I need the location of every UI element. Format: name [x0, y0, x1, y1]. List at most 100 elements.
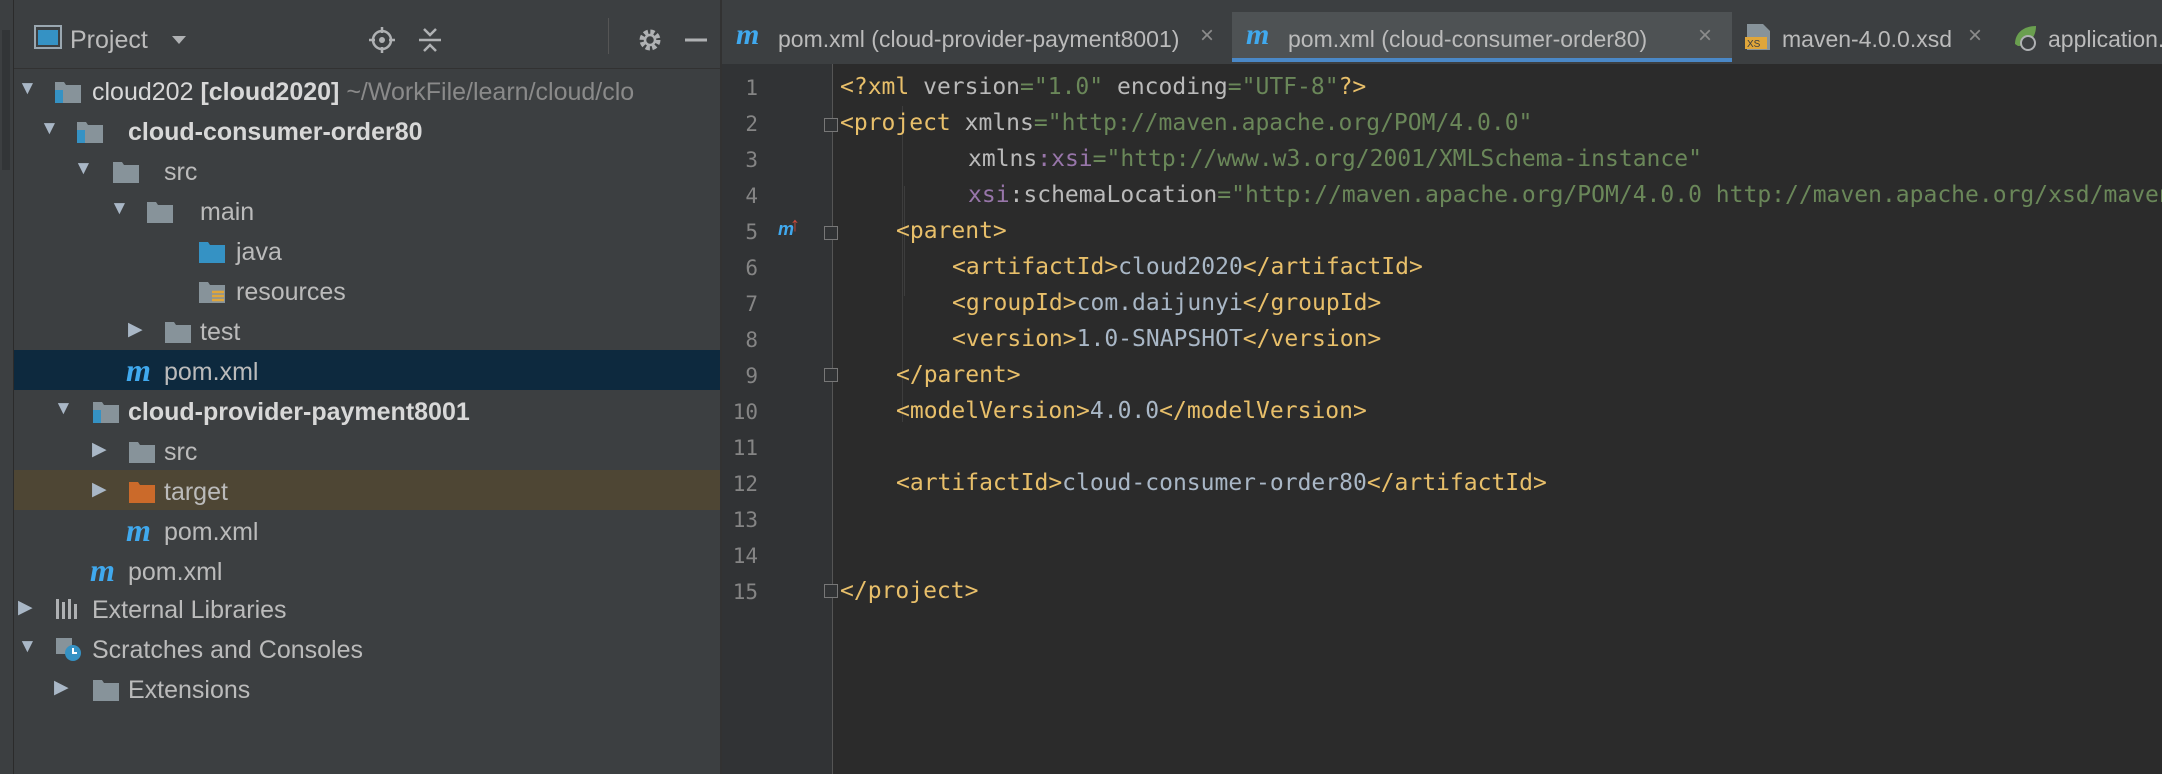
dropdown-icon[interactable]: [170, 34, 188, 46]
module-icon: [93, 402, 119, 423]
tree-item-target[interactable]: ▶ target: [14, 470, 720, 510]
line-number: 8: [745, 328, 758, 352]
expand-arrow-icon[interactable]: ▶: [92, 478, 107, 501]
line-number: 11: [732, 436, 758, 460]
expand-arrow-icon[interactable]: ▼: [18, 636, 37, 658]
tree-item-resources[interactable]: resources: [14, 272, 720, 312]
tab-maven-xsd[interactable]: XS maven-4.0.0.xsd ×: [1734, 12, 1998, 62]
line-number: 3: [745, 148, 758, 172]
tree-item-extensions[interactable]: ▶ Extensions: [14, 670, 720, 710]
tab-label: pom.xml (cloud-provider-payment8001): [778, 26, 1180, 52]
code-line-2: <project xmlns="http://maven.apache.org/…: [840, 110, 1533, 136]
line-number: 14: [732, 544, 758, 568]
tree-item-label: main: [200, 198, 255, 226]
excluded-folder-icon: [129, 482, 155, 503]
tree-item-main[interactable]: ▼ main: [14, 192, 720, 232]
project-panel: Project ▼ cloud202 [cloud2020] ~/WorkFil…: [14, 0, 720, 774]
maven-icon: m: [90, 552, 115, 588]
code-line-12: <artifactId>cloud-consumer-order80</arti…: [896, 470, 1547, 496]
maven-icon: m: [736, 18, 760, 51]
expand-arrow-icon[interactable]: ▼: [18, 78, 37, 100]
tab-label: maven-4.0.0.xsd: [1782, 26, 1953, 52]
tree-item-label: pom.xml: [164, 518, 259, 546]
folder-icon: [147, 202, 173, 223]
tab-label: pom.xml (cloud-consumer-order80): [1288, 26, 1648, 52]
libraries-icon: [56, 599, 77, 619]
editor-tab-bar: m pom.xml (cloud-provider-payment8001) ×…: [722, 0, 2162, 65]
close-icon[interactable]: ×: [1968, 22, 1982, 50]
project-name-badge: [cloud2020]: [200, 78, 340, 106]
gear-icon[interactable]: [636, 26, 664, 54]
expand-arrow-icon[interactable]: ▼: [74, 158, 93, 180]
tree-item-test[interactable]: ▶ test: [14, 312, 720, 352]
collapse-all-icon[interactable]: [416, 26, 444, 54]
tree-item-scratches[interactable]: ▼ Scratches and Consoles: [14, 630, 720, 670]
project-panel-title[interactable]: Project: [70, 26, 148, 55]
tab-pom-consumer[interactable]: m pom.xml (cloud-consumer-order80) ×: [1232, 12, 1732, 62]
line-number: 4: [745, 184, 758, 208]
expand-arrow-icon[interactable]: ▶: [92, 438, 107, 461]
line-number: 7: [745, 292, 758, 316]
expand-arrow-icon[interactable]: ▼: [40, 118, 59, 140]
line-number: 12: [732, 472, 758, 496]
tree-item-java[interactable]: java: [14, 232, 720, 272]
tree-item-src-provider[interactable]: ▶ src: [14, 432, 720, 472]
folder-icon: [113, 162, 139, 183]
code-line-6: <artifactId>cloud2020</artifactId>: [952, 254, 1423, 280]
tree-item-external-libraries[interactable]: ▶ External Libraries: [14, 590, 720, 630]
tree-item-label: pom.xml: [128, 558, 223, 586]
expand-arrow-icon[interactable]: ▼: [110, 198, 129, 220]
line-number: 10: [732, 400, 758, 424]
line-number: 13: [732, 508, 758, 532]
expand-arrow-icon[interactable]: ▶: [54, 676, 69, 699]
tree-item-pom-root[interactable]: m pom.xml: [14, 550, 720, 590]
code-line-5: <parent>: [896, 218, 1007, 244]
expand-arrow-icon[interactable]: ▼: [54, 398, 73, 420]
close-icon[interactable]: ×: [1200, 22, 1214, 50]
tree-item-cloud-consumer-order80[interactable]: ▼ cloud-consumer-order80: [14, 112, 720, 152]
folder-icon: [129, 442, 155, 463]
expand-arrow-icon[interactable]: ▶: [18, 596, 33, 619]
code-line-15: </project>: [840, 578, 979, 604]
tree-item-cloud202[interactable]: ▼ cloud202 [cloud2020] ~/WorkFile/learn/…: [14, 72, 720, 112]
fold-icon[interactable]: [824, 118, 838, 132]
tab-application-yaml[interactable]: application.ya: [2000, 12, 2162, 62]
line-number: 15: [732, 580, 758, 604]
close-icon[interactable]: ×: [1698, 22, 1712, 50]
navigate-up-icon[interactable]: ↑: [790, 214, 800, 237]
code-line-4: xsi:schemaLocation="http://maven.apache.…: [968, 182, 2162, 208]
fold-icon[interactable]: [824, 584, 838, 598]
tree-item-label: cloud202: [92, 78, 194, 106]
svg-text:XS: XS: [1747, 39, 1761, 50]
fold-icon[interactable]: [824, 368, 838, 382]
line-number: 9: [745, 364, 758, 388]
tree-item-label: cloud-consumer-order80: [128, 118, 423, 146]
tree-item-label: cloud-provider-payment8001: [128, 398, 470, 426]
active-tab-indicator: [1232, 58, 1732, 62]
tool-window-strip[interactable]: [0, 0, 14, 774]
code-editor[interactable]: m ↑ 1 2 3 4 5 6 7 8 9 10 11 12 13 14 15 …: [722, 64, 2162, 774]
code-line-7: <groupId>com.daijunyi</groupId>: [952, 290, 1382, 316]
maven-icon: m: [126, 352, 151, 388]
tree-item-label: src: [164, 438, 198, 466]
tree-item-src[interactable]: ▼ src: [14, 152, 720, 192]
project-view-icon: [34, 25, 62, 49]
locate-icon[interactable]: [368, 26, 396, 54]
strip-grip[interactable]: [2, 30, 10, 170]
expand-arrow-icon[interactable]: ▶: [128, 318, 143, 341]
scratches-icon: [56, 638, 81, 661]
module-icon: [55, 82, 81, 103]
line-number: 1: [745, 76, 758, 100]
fold-icon[interactable]: [824, 226, 838, 240]
tree-item-pom-consumer[interactable]: m pom.xml: [14, 350, 720, 390]
tab-pom-provider[interactable]: m pom.xml (cloud-provider-payment8001) ×: [722, 12, 1230, 62]
line-number: 6: [745, 256, 758, 280]
tree-item-label: test: [200, 318, 241, 346]
minimize-icon[interactable]: [682, 26, 710, 54]
code-line-1: <?xml version="1.0" encoding="UTF-8"?>: [840, 74, 1367, 100]
tree-item-cloud-provider-payment8001[interactable]: ▼ cloud-provider-payment8001: [14, 392, 720, 432]
line-number: 2: [745, 112, 758, 136]
tree-item-label: Scratches and Consoles: [92, 636, 363, 664]
code-line-8: <version>1.0-SNAPSHOT</version>: [952, 326, 1382, 352]
tree-item-pom-provider[interactable]: m pom.xml: [14, 510, 720, 550]
